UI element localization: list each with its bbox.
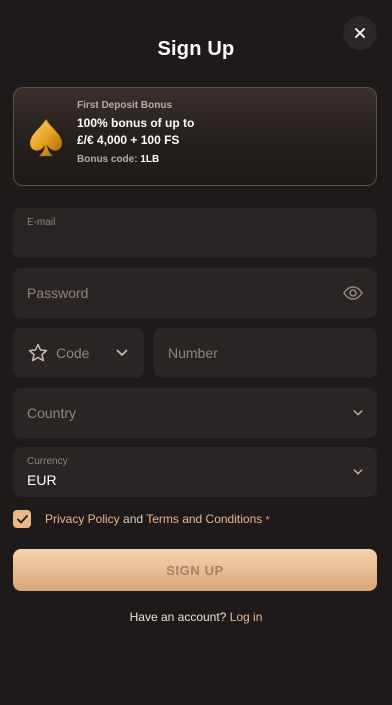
terms-and: and	[123, 512, 144, 526]
terms-conditions-link[interactable]: Terms and Conditions	[146, 512, 262, 526]
code-placeholder: Code	[56, 345, 90, 361]
bonus-line-2: £/€ 4,000 + 100 FS	[77, 133, 180, 147]
bonus-code: Bonus code: 1LB	[77, 154, 194, 165]
bonus-code-value: 1LB	[140, 154, 160, 165]
sign-up-button[interactable]: SIGN UP	[13, 549, 377, 591]
page-title: Sign Up	[157, 38, 235, 60]
currency-select[interactable]: Currency EUR	[13, 447, 377, 497]
email-field[interactable]: E-mail	[13, 208, 377, 258]
bonus-code-label: Bonus code:	[77, 154, 138, 165]
currency-value: EUR	[27, 472, 57, 488]
terms-checkbox[interactable]	[13, 510, 31, 528]
chevron-down-icon	[116, 349, 128, 357]
bonus-subtitle: First Deposit Bonus	[77, 100, 173, 111]
bonus-card: First Deposit Bonus 100% bonus of up to …	[13, 87, 377, 186]
login-prompt: Have an account? Log in	[0, 610, 392, 624]
chevron-down-icon	[353, 469, 363, 475]
close-icon	[355, 28, 365, 38]
password-placeholder: Password	[27, 285, 89, 301]
spade-icon	[29, 118, 63, 157]
bonus-line-1: 100% bonus of up to	[77, 116, 195, 130]
check-icon	[16, 514, 28, 523]
required-mark: *	[265, 515, 270, 526]
phone-code-select[interactable]: Code	[13, 328, 144, 378]
number-placeholder: Number	[168, 345, 218, 361]
country-placeholder: Country	[27, 405, 77, 421]
email-label: E-mail	[27, 217, 56, 228]
password-field[interactable]: Password	[13, 268, 377, 318]
star-icon	[28, 343, 48, 362]
eye-icon[interactable]	[343, 286, 363, 300]
terms-text: Privacy Policy and Terms and Conditions …	[45, 512, 270, 526]
currency-label: Currency	[27, 456, 68, 467]
phone-number-field[interactable]: Number	[154, 328, 377, 378]
privacy-policy-link[interactable]: Privacy Policy	[45, 512, 120, 526]
country-select[interactable]: Country	[13, 388, 377, 438]
have-account-text: Have an account?	[129, 610, 227, 624]
login-link[interactable]: Log in	[230, 610, 263, 624]
chevron-down-icon	[353, 410, 363, 416]
